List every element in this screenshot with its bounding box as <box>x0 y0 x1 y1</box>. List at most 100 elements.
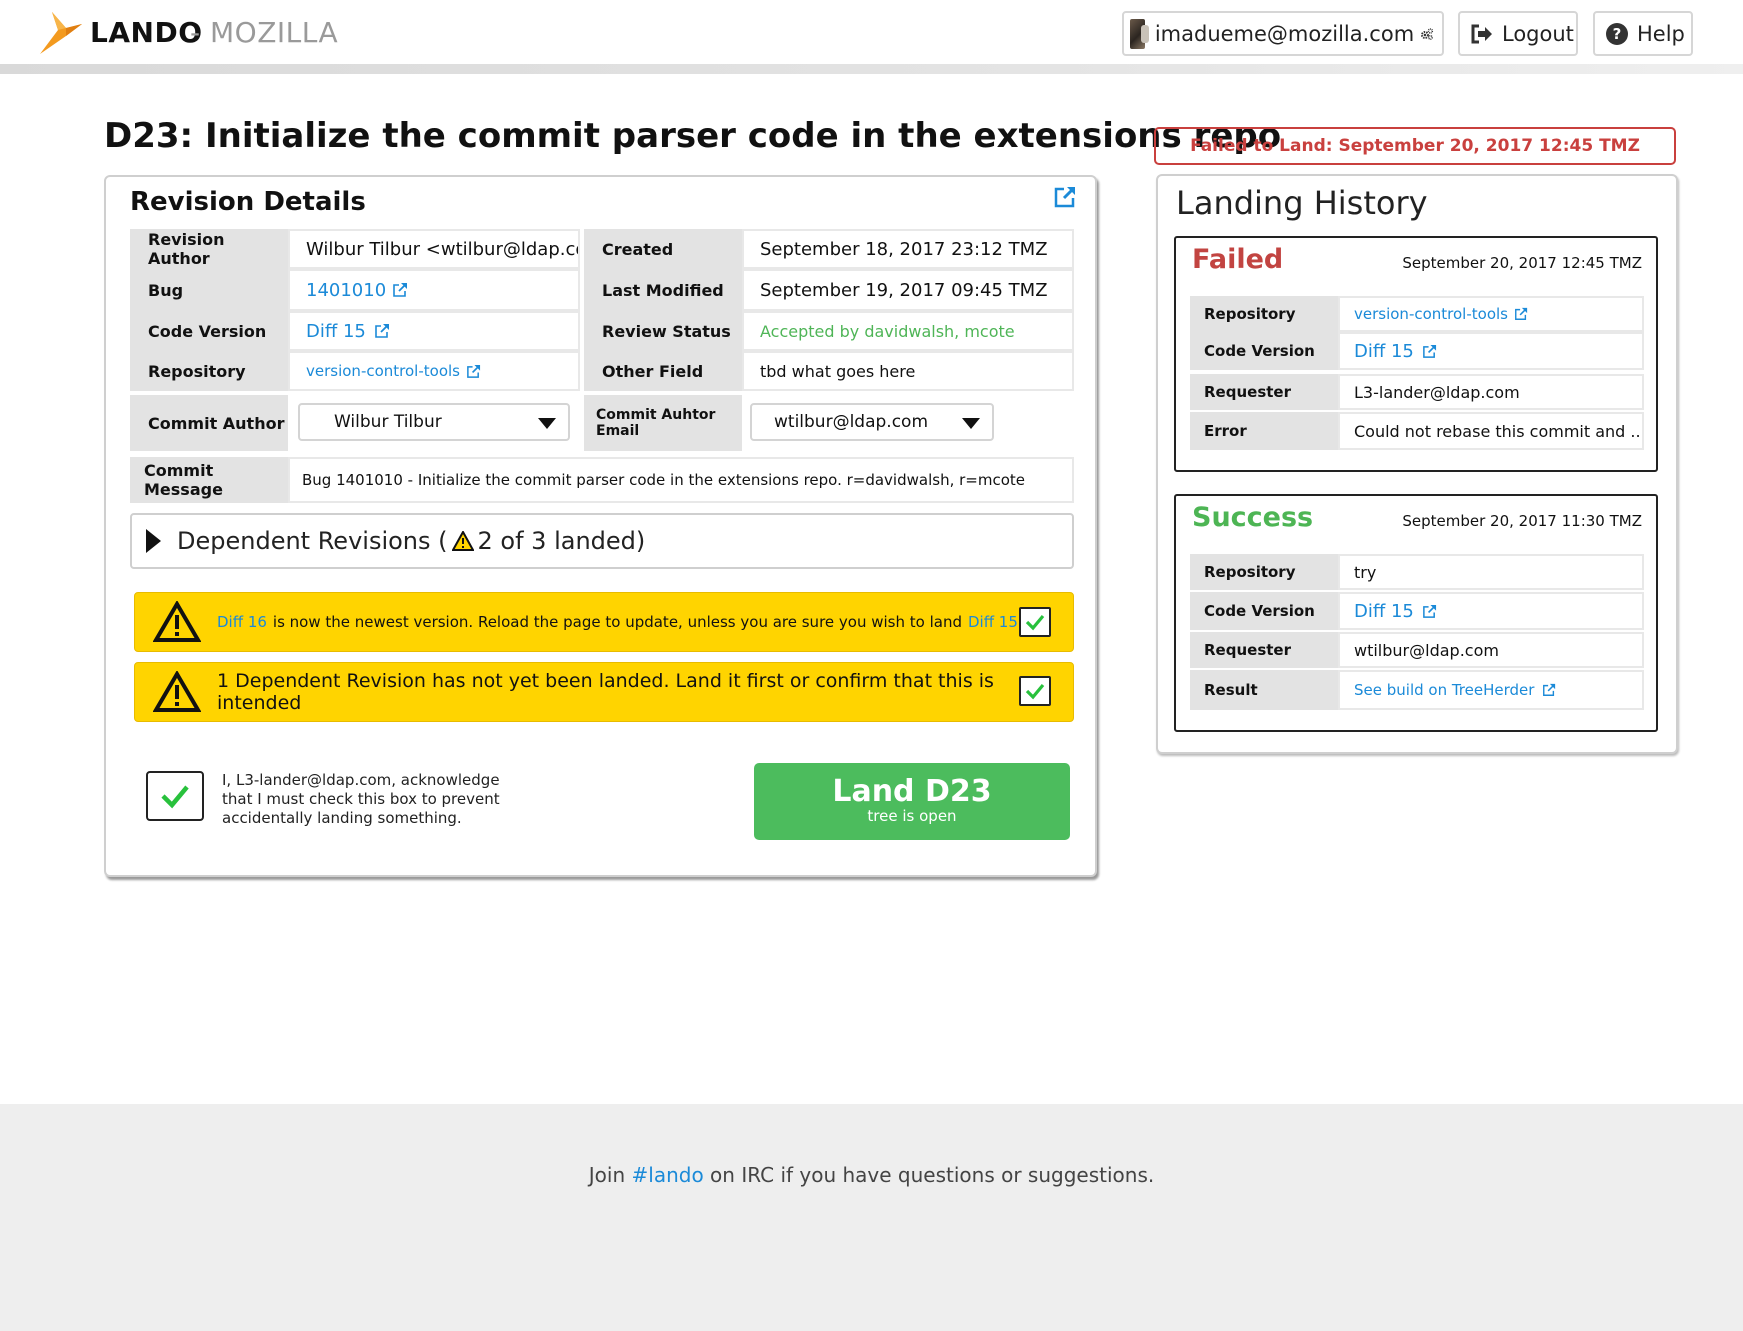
code-version-label: Code Version <box>130 311 288 351</box>
treeherder-link[interactable]: See build on TreeHerder <box>1338 670 1644 710</box>
external-link-icon <box>1423 344 1436 358</box>
page-footer: Join #lando on IRC if you have questions… <box>0 1104 1743 1331</box>
land-button[interactable]: Land D23 tree is open <box>754 763 1070 840</box>
review-status-text: Accepted by davidwalsh, mcote <box>760 321 1015 341</box>
entry-date: September 20, 2017 11:30 TMZ <box>1402 512 1642 530</box>
chevron-down-icon <box>538 418 556 429</box>
top-navbar: LANDO - MOZILLA imadueme@mozilla.com Log… <box>0 0 1743 66</box>
entry-label: Repository <box>1190 554 1338 590</box>
caret-right-icon <box>146 529 161 553</box>
entry-date: September 20, 2017 12:45 TMZ <box>1402 254 1642 272</box>
bug-number: 1401010 <box>306 279 387 301</box>
history-entry-failed: Failed September 20, 2017 12:45 TMZ Repo… <box>1174 236 1658 472</box>
header-divider <box>0 64 1743 74</box>
last-modified-label: Last Modified <box>584 269 742 311</box>
bug-label: Bug <box>130 269 288 311</box>
entry-value: Diff 15 <box>1354 340 1414 362</box>
checkmark-icon <box>1025 614 1045 631</box>
entry-value: try <box>1338 554 1644 590</box>
review-status-label: Review Status <box>584 311 742 351</box>
entry-value: See build on TreeHerder <box>1354 681 1535 699</box>
commit-author-select[interactable]: Wilbur Tilbur <box>298 403 570 441</box>
external-link-icon <box>467 364 481 378</box>
entry-value: Diff 15 <box>1354 600 1414 622</box>
other-field-value: tbd what goes here <box>742 351 1074 391</box>
sign-out-icon <box>1471 24 1492 43</box>
revision-details-title: Revision Details <box>130 187 366 217</box>
dependent-revision-warning: 1 Dependent Revision has not yet been la… <box>134 662 1074 722</box>
open-external-icon[interactable] <box>1053 185 1077 209</box>
entry-code-version-link[interactable]: Diff 15 <box>1338 332 1644 370</box>
entry-value: L3-lander@ldap.com <box>1338 374 1644 410</box>
entry-error-value: Could not rebase this commit and ... <box>1338 412 1644 450</box>
entry-label: Requester <box>1190 374 1338 410</box>
revision-details-card: Revision Details Revision Author Wilbur … <box>104 175 1097 877</box>
newest-diff-link[interactable]: Diff 16 <box>217 613 267 631</box>
entry-label: Result <box>1190 670 1338 710</box>
lando-bird-logo-icon[interactable] <box>38 10 84 56</box>
brand-subtitle: - MOZILLA <box>190 16 339 49</box>
commit-email-select[interactable]: wtilbur@ldap.com <box>750 403 994 441</box>
revision-author-label: Revision Author <box>130 229 288 269</box>
help-label: Help <box>1637 21 1685 46</box>
footer-text: Join #lando on IRC if you have questions… <box>0 1163 1743 1187</box>
brand-name[interactable]: LANDO <box>90 16 203 49</box>
entry-label: Requester <box>1190 632 1338 668</box>
warning-icon <box>153 671 201 712</box>
bug-link[interactable]: 1401010 <box>288 269 580 311</box>
commit-message-value: Bug 1401010 - Initialize the commit pars… <box>288 457 1074 503</box>
entry-code-version-link[interactable]: Diff 15 <box>1338 592 1644 630</box>
entry-label: Repository <box>1190 296 1338 332</box>
entry-repository-link[interactable]: version-control-tools <box>1338 296 1644 332</box>
irc-channel-link[interactable]: #lando <box>632 1163 704 1187</box>
newer-diff-warning: Diff 16 is now the newest version. Reloa… <box>134 592 1074 652</box>
commit-author-label: Commit Author <box>130 395 288 451</box>
user-email: imadueme@mozilla.com <box>1154 21 1415 46</box>
commit-email-label: Commit Auhtor Email <box>584 395 742 451</box>
help-button[interactable]: ? Help <box>1593 11 1693 56</box>
landing-history-card: Landing History Failed September 20, 201… <box>1156 174 1678 754</box>
current-diff-link[interactable]: Diff 15 <box>968 613 1018 631</box>
entry-label: Error <box>1190 412 1338 450</box>
last-modified-value: September 19, 2017 09:45 TMZ <box>742 269 1074 311</box>
created-label: Created <box>584 229 742 269</box>
question-circle-icon: ? <box>1606 22 1628 45</box>
revision-author-value: Wilbur Tilbur <wtilbur@ldap.com> <box>288 229 580 269</box>
failed-to-land-banner: Failed to Land: September 20, 2017 12:45… <box>1154 127 1676 165</box>
other-field-label: Other Field <box>584 351 742 391</box>
warning-small-icon <box>451 531 474 551</box>
external-link-icon <box>1423 604 1436 618</box>
repository-link[interactable]: version-control-tools <box>288 351 580 391</box>
entry-label: Code Version <box>1190 592 1338 630</box>
checkmark-icon <box>1025 683 1045 700</box>
landing-history-title: Landing History <box>1176 184 1428 222</box>
review-status-value: Accepted by davidwalsh, mcote <box>742 311 1074 351</box>
created-value: September 18, 2017 23:12 TMZ <box>742 229 1074 269</box>
newer-diff-warning-text: is now the newest version. Reload the pa… <box>272 613 962 631</box>
entry-status: Failed <box>1192 244 1284 275</box>
user-menu-button[interactable]: imadueme@mozilla.com <box>1122 11 1444 56</box>
history-entry-success: Success September 20, 2017 11:30 TMZ Rep… <box>1174 494 1658 732</box>
land-button-title: Land D23 <box>832 774 992 809</box>
logout-button[interactable]: Logout <box>1458 11 1578 56</box>
footer-prefix: Join <box>588 1163 626 1187</box>
code-version-link[interactable]: Diff 15 <box>288 311 580 351</box>
entry-status: Success <box>1192 502 1314 533</box>
avatar <box>1130 18 1149 49</box>
svg-text:?: ? <box>1613 25 1622 43</box>
dependent-revision-warning-text: 1 Dependent Revision has not yet been la… <box>217 670 994 714</box>
entry-label: Code Version <box>1190 332 1338 370</box>
dependent-confirm-checkbox[interactable] <box>1019 676 1051 706</box>
acknowledge-checkbox[interactable] <box>146 771 204 821</box>
commit-author-selected: Wilbur Tilbur <box>334 412 442 432</box>
acknowledge-text: I, L3-lander@ldap.com, acknowledge that … <box>222 771 500 827</box>
entry-value: wtilbur@ldap.com <box>1338 632 1644 668</box>
dependent-revisions-toggle[interactable]: Dependent Revisions ( 2 of 3 landed) <box>130 513 1074 569</box>
external-link-icon <box>375 324 389 338</box>
settings-gears-icon <box>1421 27 1434 40</box>
land-button-subtitle: tree is open <box>867 807 957 825</box>
repository-value: version-control-tools <box>306 362 460 380</box>
entry-value: version-control-tools <box>1354 305 1508 323</box>
checkmark-icon <box>161 785 189 809</box>
newer-diff-confirm-checkbox[interactable] <box>1019 607 1051 637</box>
